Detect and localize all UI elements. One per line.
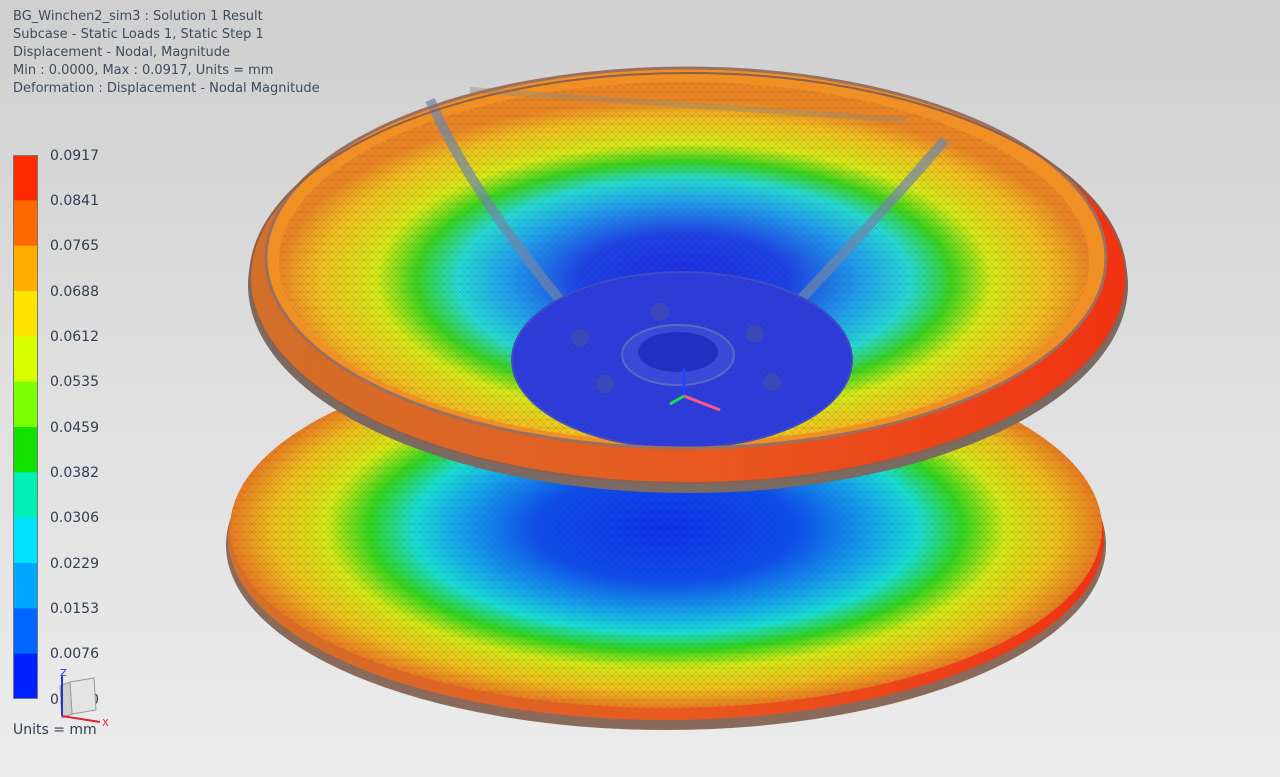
legend-color-cell [13, 200, 38, 247]
legend-color-cell [13, 291, 38, 337]
legend-tick: 0.0841 [50, 193, 99, 209]
legend-color-cell [13, 653, 38, 699]
legend-color-cell [13, 155, 38, 201]
units-label: Units = mm [13, 722, 97, 738]
legend-tick: 0.0612 [50, 329, 99, 345]
legend-tick: 0.0917 [50, 148, 99, 164]
legend-color-bar [13, 155, 38, 699]
legend-tick: 0.0765 [50, 238, 99, 254]
legend-color-cell [13, 472, 38, 519]
legend-tick: 0.0382 [50, 465, 99, 481]
legend-color-cell [13, 427, 38, 473]
legend-color-cell [13, 608, 38, 655]
legend-tick: 0.0688 [50, 284, 99, 300]
legend-tick: 0.0306 [50, 510, 99, 526]
legend-color-cell [13, 517, 38, 564]
triad-z-label: Z [60, 668, 67, 679]
upper-dish [248, 66, 1128, 493]
legend-color-cell [13, 381, 38, 428]
legend-tick: 0.0229 [50, 556, 99, 572]
legend-color-cell [13, 336, 38, 383]
legend-color-cell [13, 563, 38, 609]
triad-x-label: X [102, 718, 109, 729]
legend-tick: 0.0535 [50, 374, 99, 390]
legend-tick: 0.0076 [50, 646, 99, 662]
legend-tick: 0.0153 [50, 601, 99, 617]
fem-model-view[interactable] [0, 0, 1280, 777]
legend-color-cell [13, 245, 38, 292]
legend-tick: 0.0459 [50, 420, 99, 436]
